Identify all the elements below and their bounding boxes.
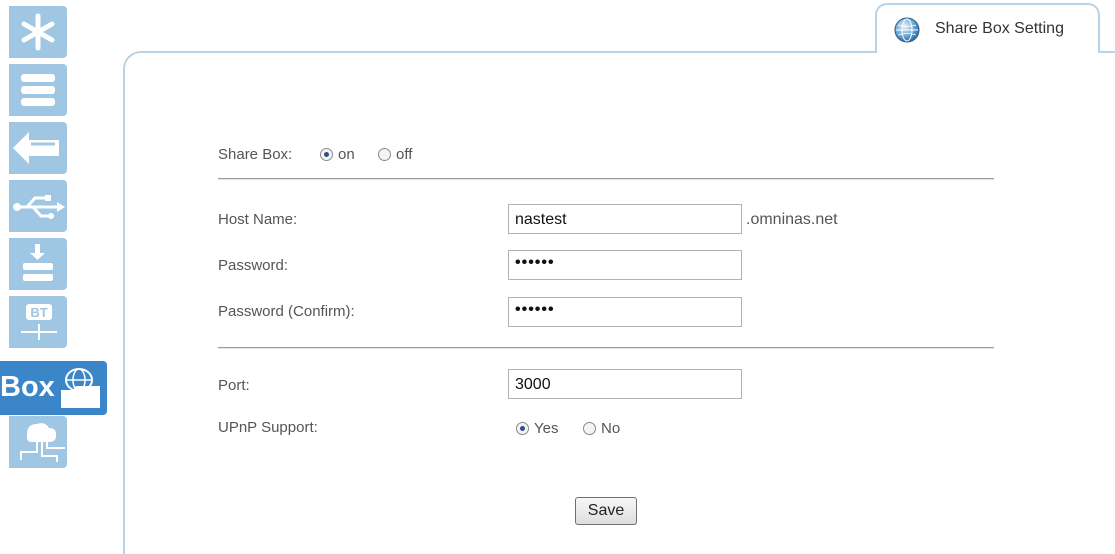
bt-text: BT <box>30 305 47 320</box>
sidebar-item-share-box[interactable]: Box <box>0 361 107 415</box>
tools-icon <box>21 13 55 51</box>
transfer-icon <box>13 132 59 164</box>
network-icon <box>20 423 65 462</box>
usb-icon <box>13 195 65 219</box>
bt-download-icon: BT <box>21 304 57 340</box>
sidebar-item-transfer[interactable] <box>9 122 67 174</box>
sidebar-item-label: Box <box>0 371 55 403</box>
share-box-icon <box>61 368 100 408</box>
sidebar-item-network[interactable] <box>9 416 67 468</box>
sidebar-item-tools[interactable] <box>9 6 67 58</box>
sidebar: BT Box <box>0 0 107 470</box>
sidebar-item-bt-download[interactable]: BT <box>9 296 67 348</box>
download-icon <box>23 244 53 281</box>
sidebar-item-usb[interactable] <box>9 180 67 232</box>
settings-panel <box>123 51 1115 554</box>
tab-share-box-setting[interactable]: Share Box Setting <box>875 3 1100 53</box>
sidebar-item-storage[interactable] <box>9 64 67 116</box>
share-box-settings-page: BT Box Share Box Setting Share Box: on o… <box>0 0 1115 554</box>
globe-icon <box>894 17 920 43</box>
tab-title: Share Box Setting <box>935 20 1064 37</box>
sidebar-item-download[interactable] <box>9 238 67 290</box>
storage-icon <box>21 74 55 106</box>
